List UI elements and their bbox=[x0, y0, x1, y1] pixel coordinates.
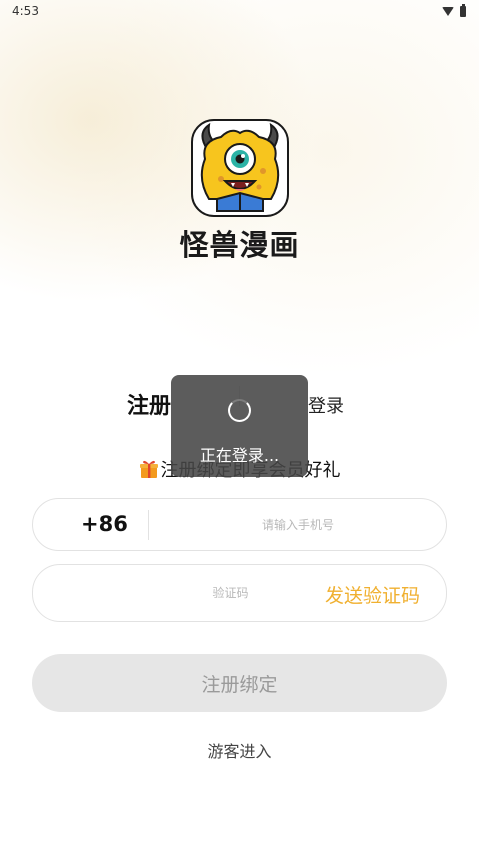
loading-dialog: 正在登录... bbox=[171, 375, 308, 477]
phone-divider bbox=[148, 510, 149, 540]
phone-field: +86 bbox=[32, 498, 447, 551]
status-icons bbox=[442, 3, 466, 17]
tab-login[interactable]: 登录 bbox=[308, 392, 344, 418]
phone-input[interactable] bbox=[163, 499, 433, 550]
status-time: 4:53 bbox=[12, 4, 39, 18]
guest-entry-link[interactable]: 游客进入 bbox=[0, 738, 479, 762]
code-field: 发送验证码 bbox=[32, 564, 447, 622]
gift-icon bbox=[139, 460, 158, 478]
app-name: 怪兽漫画 bbox=[179, 228, 300, 262]
code-input[interactable] bbox=[113, 565, 348, 621]
country-code[interactable]: +86 bbox=[81, 512, 128, 536]
send-code-button[interactable]: 发送验证码 bbox=[325, 581, 420, 608]
tab-register[interactable]: 注册 bbox=[127, 388, 171, 420]
register-bind-button[interactable]: 注册绑定 bbox=[32, 654, 447, 712]
app-logo bbox=[191, 119, 289, 217]
loading-text: 正在登录... bbox=[199, 446, 280, 465]
spinner-icon bbox=[228, 399, 251, 422]
wifi-icon bbox=[442, 6, 454, 16]
battery-icon bbox=[460, 3, 466, 17]
status-bar: 4:53 bbox=[0, 0, 479, 22]
